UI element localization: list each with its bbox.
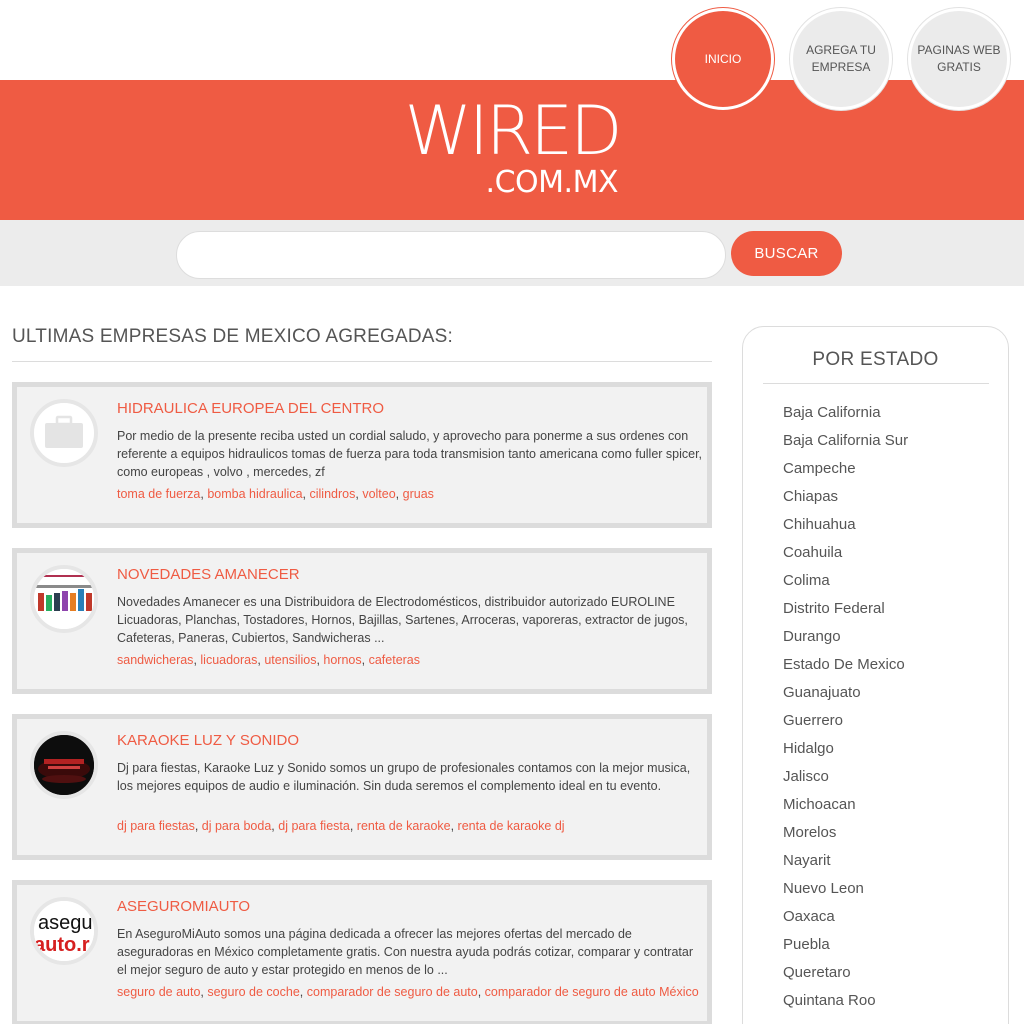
tag-link[interactable]: sandwicheras [117, 653, 193, 667]
aseguro-logo-text-bottom: auto.r [34, 934, 90, 956]
state-link[interactable]: Michoacan [783, 791, 908, 819]
state-link[interactable]: Jalisco [783, 763, 908, 791]
state-link[interactable]: Campeche [783, 455, 908, 483]
section-divider [12, 361, 712, 362]
logo-main-text: WIRED [404, 92, 623, 171]
business-tags: dj para fiestas, dj para boda, dj para f… [117, 819, 565, 833]
business-description: En AseguroMiAuto somos una página dedica… [117, 927, 693, 977]
business-card: asegu auto.r ASEGUROMIAUTO En AseguroMiA… [12, 880, 712, 1024]
business-description: Por medio de la presente reciba usted un… [117, 429, 703, 479]
state-link[interactable]: Puebla [783, 931, 908, 959]
state-link[interactable]: Chiapas [783, 483, 908, 511]
nav-inicio[interactable]: INICIO [672, 8, 774, 110]
business-title[interactable]: KARAOKE LUZ Y SONIDO [117, 731, 703, 751]
tag-link[interactable]: cafeteras [369, 653, 420, 667]
business-card: NOVEDADES AMANECER Novedades Amanecer es… [12, 548, 712, 694]
state-link[interactable]: Quintana Roo [783, 987, 908, 1015]
novedades-logo[interactable] [30, 565, 98, 633]
state-link[interactable]: Oaxaca [783, 903, 908, 931]
state-link[interactable]: Durango [783, 623, 908, 651]
business-tags: seguro de auto, seguro de coche, compara… [117, 985, 699, 999]
tag-link[interactable]: dj para fiesta [278, 819, 350, 833]
site-logo[interactable]: WIRED .COM.MX [400, 96, 624, 206]
tag-link[interactable]: utensilios [264, 653, 316, 667]
aseguro-logo[interactable]: asegu auto.r [30, 897, 98, 965]
tag-link[interactable]: seguro de auto [117, 985, 200, 999]
business-card: HIDRAULICA EUROPEA DEL CENTRO Por medio … [12, 382, 712, 528]
state-link[interactable]: Chihuahua [783, 511, 908, 539]
tag-link[interactable]: gruas [403, 487, 434, 501]
tag-link[interactable]: cilindros [310, 487, 356, 501]
business-tags: toma de fuerza, bomba hidraulica, cilind… [117, 487, 434, 501]
sidebar-divider [763, 383, 989, 384]
state-link[interactable]: Coahuila [783, 539, 908, 567]
search-input[interactable] [176, 231, 726, 279]
aseguro-logo-text-top: asegu [38, 912, 93, 934]
state-link[interactable]: Colima [783, 567, 908, 595]
state-link[interactable]: Estado De Mexico [783, 651, 908, 679]
main-nav: INICIO AGREGA TU EMPRESA PAGINAS WEB GRA… [672, 8, 1010, 110]
states-sidebar: POR ESTADO Baja California Baja Californ… [742, 326, 1009, 1024]
state-link[interactable]: Guanajuato [783, 679, 908, 707]
tag-link[interactable]: bomba hidraulica [207, 487, 302, 501]
tag-link[interactable]: dj para boda [202, 819, 272, 833]
business-title[interactable]: HIDRAULICA EUROPEA DEL CENTRO [117, 399, 703, 419]
business-title[interactable]: ASEGUROMIAUTO [117, 897, 703, 917]
tag-link[interactable]: renta de karaoke [357, 819, 451, 833]
nav-paginas-web-gratis[interactable]: PAGINAS WEB GRATIS [908, 8, 1010, 110]
tag-link[interactable]: volteo [362, 487, 395, 501]
state-link[interactable]: Baja California Sur [783, 427, 908, 455]
tag-link[interactable]: hornos [323, 653, 361, 667]
business-tags: sandwicheras, licuadoras, utensilios, ho… [117, 653, 421, 667]
tag-link[interactable]: dj para fiestas [117, 819, 195, 833]
logo-sub-text: .COM.MX [485, 165, 619, 200]
state-link[interactable]: Distrito Federal [783, 595, 908, 623]
tag-link[interactable]: toma de fuerza [117, 487, 200, 501]
business-description: Dj para fiestas, Karaoke Luz y Sonido so… [117, 761, 691, 793]
section-title: ULTIMAS EMPRESAS DE MEXICO AGREGADAS: [12, 326, 453, 347]
karaoke-logo[interactable] [30, 731, 98, 799]
state-link[interactable]: Queretaro [783, 959, 908, 987]
sidebar-title: POR ESTADO [812, 349, 939, 370]
business-description: Novedades Amanecer es una Distribuidora … [117, 595, 688, 645]
tag-link[interactable]: renta de karaoke dj [458, 819, 565, 833]
state-link[interactable]: Nayarit [783, 847, 908, 875]
state-list: Baja California Baja California Sur Camp… [783, 399, 908, 1015]
tag-link[interactable]: licuadoras [200, 653, 257, 667]
state-link[interactable]: Nuevo Leon [783, 875, 908, 903]
state-link[interactable]: Baja California [783, 399, 908, 427]
business-card: KARAOKE LUZ Y SONIDO Dj para fiestas, Ka… [12, 714, 712, 860]
tag-link[interactable]: comparador de seguro de auto [307, 985, 478, 999]
nav-agrega-tu-empresa[interactable]: AGREGA TU EMPRESA [790, 8, 892, 110]
briefcase-icon[interactable] [30, 399, 98, 467]
tag-link[interactable]: comparador de seguro de auto México [485, 985, 699, 999]
state-link[interactable]: Morelos [783, 819, 908, 847]
state-link[interactable]: Guerrero [783, 707, 908, 735]
business-title[interactable]: NOVEDADES AMANECER [117, 565, 703, 585]
tag-link[interactable]: seguro de coche [207, 985, 299, 999]
state-link[interactable]: Hidalgo [783, 735, 908, 763]
search-button[interactable]: BUSCAR [731, 231, 842, 276]
